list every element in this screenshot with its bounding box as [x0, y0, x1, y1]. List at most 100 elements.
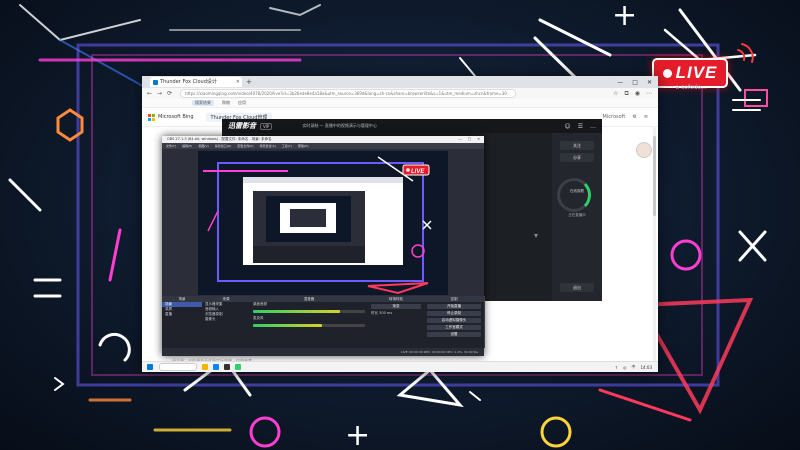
- obs-title-bar: OBS 27.1.3 (64-bit, windows) - 配置文件: 未命名…: [162, 136, 484, 143]
- menu-item-tools[interactable]: 工具(T): [282, 143, 292, 149]
- vip-badge: VIP: [260, 122, 273, 130]
- mouse-cursor-icon: [534, 234, 538, 238]
- favorite-item[interactable]: 应用: [238, 100, 246, 106]
- browser-window: Thunder Fox Cloud设计 ✕ + — □ ✕ ← → ⟳ http…: [142, 76, 658, 372]
- tray-expand-icon[interactable]: ↑: [615, 365, 618, 370]
- player-header-actions: ☺ ☰ …: [564, 123, 596, 130]
- menu-item-profile[interactable]: 配置文件(P): [237, 143, 253, 149]
- start-streaming-button[interactable]: 开始直播: [427, 304, 481, 309]
- svg-text:LIVE: LIVE: [411, 169, 425, 175]
- forward-icon[interactable]: →: [157, 90, 162, 97]
- clock[interactable]: 14:03: [640, 365, 652, 370]
- scene-item[interactable]: 直播: [162, 312, 202, 317]
- obs-minimize-button[interactable]: —: [458, 136, 462, 143]
- app-taskbar-icon[interactable]: [235, 364, 241, 370]
- obs-window: OBS 27.1.3 (64-bit, windows) - 配置文件: 未命名…: [162, 136, 485, 356]
- duration-value[interactable]: 300 ms: [379, 311, 392, 315]
- scenes-dock: 场景 场景 录屏 直播: [162, 296, 203, 348]
- browser-tab-bar: Thunder Fox Cloud设计 ✕ + — □ ✕: [142, 76, 658, 88]
- minimize-button[interactable]: —: [617, 79, 623, 86]
- audio-mixer-dock: 混音器 桌面音频 麦克风: [250, 296, 369, 348]
- close-window-button[interactable]: ✕: [647, 79, 652, 86]
- new-tab-button[interactable]: +: [246, 78, 252, 86]
- settings-button[interactable]: 设置: [427, 332, 481, 337]
- maximize-button[interactable]: □: [632, 79, 638, 86]
- star-icon[interactable]: ☆: [613, 90, 618, 98]
- menu-item-scene-collection[interactable]: 场景集合(S): [260, 143, 276, 149]
- collections-icon[interactable]: ⧉: [624, 90, 628, 98]
- player-title: 实时录制 — 直播中的视频演示与管理中心: [302, 123, 377, 128]
- obs-window-controls: — □ ✕: [458, 136, 480, 143]
- obs-close-button[interactable]: ✕: [477, 136, 480, 143]
- ring-title: 在线观看: [570, 189, 584, 193]
- profile-icon[interactable]: ◉: [635, 90, 640, 98]
- taskbar-search-box[interactable]: [159, 363, 197, 371]
- obs-taskbar-icon[interactable]: [224, 364, 230, 370]
- player-logo: 迅雷影音: [228, 122, 256, 130]
- obs-preview[interactable]: LIVE: [198, 151, 448, 295]
- microsoft-logo-icon: [148, 113, 155, 121]
- menu-item-view[interactable]: 视图(V): [198, 143, 208, 149]
- volume-meter[interactable]: [253, 324, 365, 327]
- preview-capture-art: LIVE: [203, 156, 432, 295]
- share-button[interactable]: 分享: [560, 153, 594, 162]
- duration-row: 时长 300 ms: [368, 311, 424, 316]
- svg-text:+: +: [345, 418, 370, 450]
- more-icon[interactable]: …: [590, 123, 596, 130]
- more-icon[interactable]: ⋯: [646, 90, 652, 98]
- mixer-channel-name: 桌面音频: [253, 302, 267, 306]
- list-icon[interactable]: ☰: [578, 123, 583, 130]
- source-item[interactable]: 摄像头: [202, 317, 250, 322]
- favorite-item[interactable]: 搜索结果: [192, 100, 214, 106]
- virtual-camera-button[interactable]: 启动虚拟摄像头: [427, 318, 481, 323]
- live-badge-subtext: ···· a sofodo...: [666, 84, 707, 91]
- url-input[interactable]: https://xiaomingqing.com/video/4078/2020…: [180, 89, 517, 98]
- controls-dock-header: 控制: [424, 296, 484, 302]
- scrollbar-thumb[interactable]: [653, 136, 656, 216]
- menu-item-edit[interactable]: 编辑(E): [182, 143, 192, 149]
- obs-status-bar: LIVE: 00:00:00 REC: 00:00:00 CPU: 1.4%, …: [162, 348, 484, 356]
- follow-button[interactable]: 关注: [560, 141, 594, 150]
- input-method-indicator[interactable]: 中: [631, 364, 635, 370]
- player-side-panel: 关注 分享 在线观看 正在直播中 退出: [552, 133, 602, 301]
- bing-label[interactable]: Microsoft Bing: [158, 114, 194, 120]
- back-icon[interactable]: ←: [147, 90, 152, 97]
- browser-tab-title: Thunder Fox Cloud设计: [160, 79, 217, 85]
- obs-maximize-button[interactable]: □: [468, 136, 471, 143]
- account-label[interactable]: Microsoft: [603, 114, 626, 120]
- network-icon[interactable]: ◎: [623, 365, 627, 370]
- tab-favicon-icon: [153, 80, 158, 85]
- close-tab-icon[interactable]: ✕: [236, 77, 240, 87]
- file-explorer-icon[interactable]: [202, 364, 208, 370]
- volume-meter-fill: [253, 324, 323, 327]
- transition-select[interactable]: 渐变: [371, 304, 421, 309]
- ring-label: 正在直播中: [568, 213, 586, 217]
- browser-tab[interactable]: Thunder Fox Cloud设计 ✕: [150, 77, 242, 87]
- refresh-icon[interactable]: ⟳: [167, 90, 172, 97]
- emoji-icon[interactable]: ☺: [564, 123, 570, 130]
- start-icon[interactable]: [147, 364, 153, 370]
- settings-icon[interactable]: ⚙: [632, 114, 636, 120]
- menu-item-help[interactable]: 帮助(H): [298, 143, 309, 149]
- menu-item-docks[interactable]: 停靠窗口(D): [215, 143, 232, 149]
- svg-text:+: +: [612, 0, 637, 33]
- avatar[interactable]: [636, 142, 652, 158]
- transitions-dock: 转场特效 渐变 时长 300 ms: [368, 296, 425, 348]
- menu-icon[interactable]: ≡: [644, 114, 648, 120]
- exit-button[interactable]: 退出: [560, 283, 594, 292]
- favorite-item[interactable]: 购物: [222, 100, 230, 106]
- favorites-bar: 搜索结果 购物 应用: [142, 99, 658, 108]
- controls-dock: 控制 开始直播 停止录制 启动虚拟摄像头 工作室模式 设置: [424, 296, 485, 348]
- volume-meter[interactable]: [253, 310, 365, 313]
- edge-icon[interactable]: [213, 364, 219, 370]
- duration-label: 时长: [371, 311, 378, 315]
- studio-mode-button[interactable]: 工作室模式: [427, 325, 481, 330]
- menu-item-file[interactable]: 文件(F): [166, 143, 176, 149]
- live-dot-icon: [662, 68, 672, 78]
- page-nav-right: Microsoft ⚙ ≡: [603, 114, 648, 120]
- viewer-ring-gauge: [557, 178, 591, 212]
- stop-recording-button[interactable]: 停止录制: [427, 311, 481, 316]
- obs-title: OBS 27.1.3 (64-bit, windows) - 配置文件: 未命名…: [167, 137, 272, 141]
- system-tray: ↑ ◎ 中 14:03: [615, 364, 652, 370]
- transitions-dock-header: 转场特效: [368, 296, 424, 302]
